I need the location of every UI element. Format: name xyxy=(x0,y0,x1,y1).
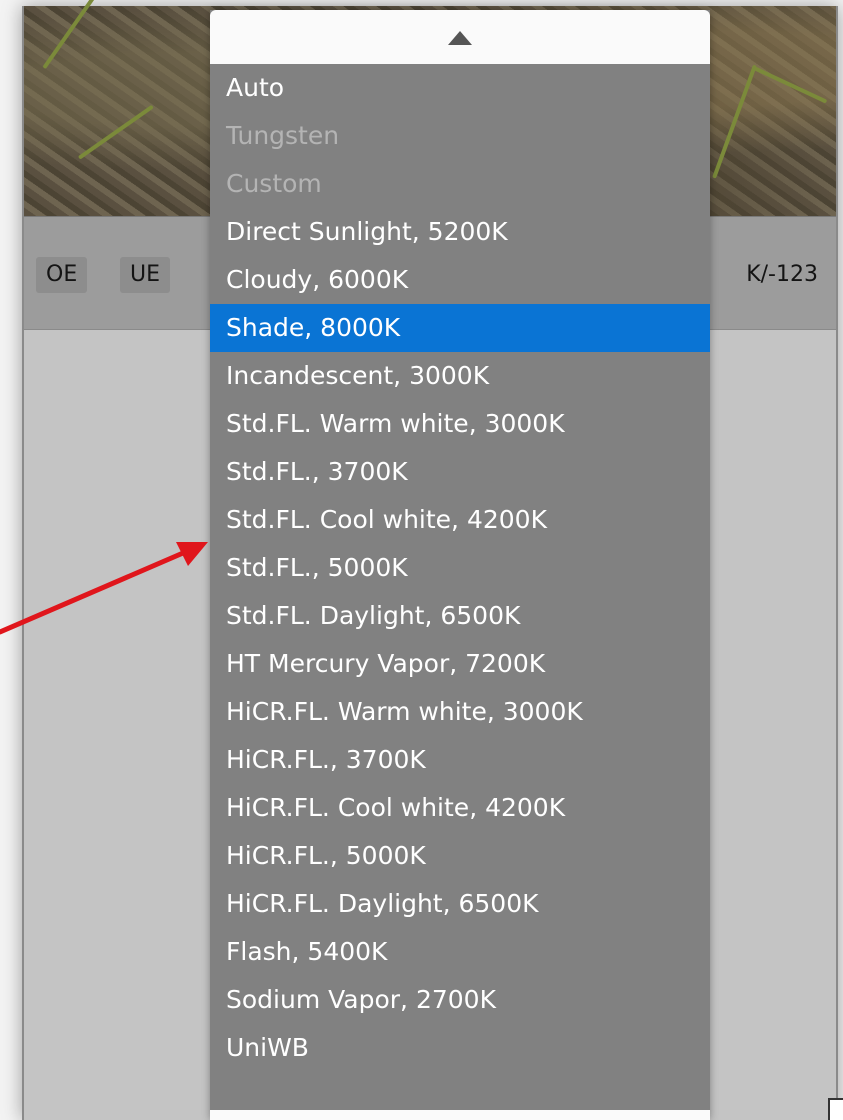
white-balance-menu-list: Auto Tungsten Custom Direct Sunlight, 5200K… xyxy=(210,64,710,1072)
corner-widget xyxy=(828,1098,843,1120)
white-balance-dropdown[interactable]: Auto Tungsten Custom Direct Sunlight, 5200K… xyxy=(210,10,710,1120)
menu-item[interactable]: Shade, 8000K xyxy=(210,304,710,352)
menu-item[interactable]: HiCR.FL. Warm white, 3000K xyxy=(210,688,710,736)
menu-item[interactable]: Direct Sunlight, 5200K xyxy=(210,208,710,256)
menu-item[interactable]: Std.FL., 5000K xyxy=(210,544,710,592)
triangle-up-icon xyxy=(448,31,472,45)
menu-item[interactable]: HT Mercury Vapor, 7200K xyxy=(210,640,710,688)
scroll-up-button[interactable] xyxy=(210,10,710,64)
grass-blade-decoration xyxy=(753,66,828,104)
menu-item[interactable]: Auto xyxy=(210,64,710,112)
ue-button[interactable]: UE xyxy=(120,257,171,293)
menu-item[interactable]: Std.FL. Cool white, 4200K xyxy=(210,496,710,544)
menu-item[interactable]: HiCR.FL. Daylight, 6500K xyxy=(210,880,710,928)
menu-item[interactable]: Std.FL., 3700K xyxy=(210,448,710,496)
scroll-down-button[interactable] xyxy=(210,1110,710,1120)
menu-item[interactable]: Incandescent, 3000K xyxy=(210,352,710,400)
menu-item: Custom xyxy=(226,169,322,198)
menu-item[interactable]: HiCR.FL. Cool white, 4200K xyxy=(210,784,710,832)
menu-item[interactable]: Std.FL. Daylight, 6500K xyxy=(210,592,710,640)
menu-item[interactable]: UniWB xyxy=(210,1024,710,1072)
menu-item[interactable]: HiCR.FL., 5000K xyxy=(210,832,710,880)
temperature-readout: K/-123 xyxy=(746,262,818,287)
menu-item[interactable]: Std.FL. Warm white, 3000K xyxy=(210,400,710,448)
menu-item[interactable]: Sodium Vapor, 2700K xyxy=(210,976,710,1024)
grass-blade-decoration xyxy=(712,64,757,179)
menu-item[interactable]: HiCR.FL., 3700K xyxy=(210,736,710,784)
screenshot-stage: OE UE K/-123 Auto Tungsten Custom Direct Su… xyxy=(0,0,843,1120)
oe-button[interactable]: OE xyxy=(36,257,88,293)
menu-item[interactable]: Cloudy, 6000K xyxy=(210,256,710,304)
menu-item: Tungsten xyxy=(226,121,340,150)
grass-blade-decoration xyxy=(77,104,154,160)
menu-item[interactable]: Flash, 5400K xyxy=(210,928,710,976)
grass-blade-decoration xyxy=(42,0,109,70)
